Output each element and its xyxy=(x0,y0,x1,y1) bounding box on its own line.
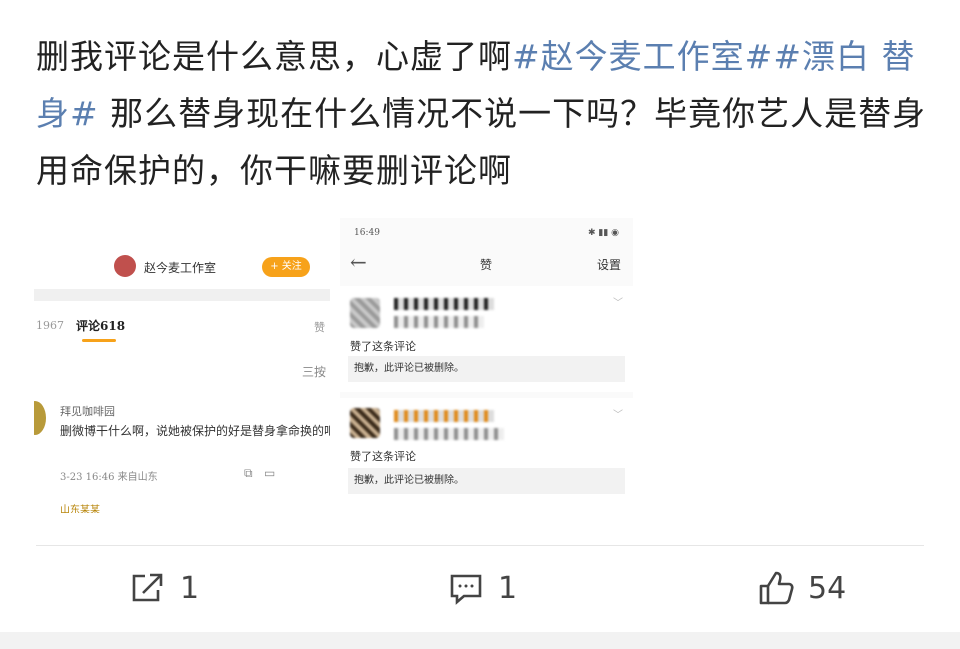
status-icons: ✱ ▮▮ ◉ xyxy=(587,228,619,238)
chevron-down-icon: ﹀ xyxy=(613,410,623,421)
comment-icon: ▭ xyxy=(264,466,276,480)
bottom-divider xyxy=(0,632,960,649)
post-text-part2: 那么替身现在什么情况不说一下吗？毕竟你艺人是替身用命保护的，你干嘛要删评论啊 xyxy=(36,94,927,190)
settings-link: 设置 xyxy=(596,258,621,272)
page-title: 赞 xyxy=(480,258,493,272)
screenshot-image-left[interactable]: 赵今麦工作室 + 关注 1967 评论618 赞 三按 拜见咖啡园 删微博干什么… xyxy=(34,213,330,513)
deleted-notice: 抱歉，此评论已被删除。 xyxy=(348,468,625,494)
comment-actions: ⧉ ▭ xyxy=(244,466,275,481)
studio-name: 赵今麦工作室 xyxy=(144,261,217,275)
share-icon: ⧉ xyxy=(244,466,253,480)
weibo-header: 赵今麦工作室 + 关注 xyxy=(34,231,330,290)
thumbs-up-icon xyxy=(759,571,794,605)
liked-text: 赞了这条评论 xyxy=(350,340,416,353)
tab-forward: 1967 xyxy=(36,319,64,332)
post-text-part1: 删我评论是什么意思，心虚了啊 xyxy=(36,37,512,76)
repost-button[interactable]: 1 xyxy=(128,568,199,608)
comment-text: 删微博干什么啊，说她被保护的好是替身拿命换的吧 xyxy=(60,424,330,438)
comment-tabs: 1967 评论618 赞 xyxy=(34,317,330,347)
avatar xyxy=(350,408,380,438)
divider xyxy=(34,289,330,301)
repost-count: 1 xyxy=(180,570,200,606)
tab-comments: 评论618 xyxy=(76,319,126,333)
comment-username: 拜见咖啡园 xyxy=(60,405,115,418)
status-time: 16:49 xyxy=(354,228,380,238)
comment-icon xyxy=(450,574,482,605)
blurred-meta xyxy=(394,428,504,440)
comment-meta: 3-23 16:46 来自山东 xyxy=(60,472,158,483)
share-icon xyxy=(132,573,163,602)
comment-username: 山东某某 xyxy=(60,505,100,513)
like-count: 54 xyxy=(808,570,847,606)
list-item: ﹀ 赞了这条评论 抱歉，此评论已被删除。 xyxy=(340,286,633,392)
comment-button[interactable]: 1 xyxy=(446,568,517,608)
list-item: ﹀ 赞了这条评论 抱歉，此评论已被删除。 xyxy=(340,398,633,508)
deleted-notice: 抱歉，此评论已被删除。 xyxy=(348,356,625,382)
tab-like: 赞 xyxy=(314,321,325,334)
follow-button: + 关注 xyxy=(262,257,310,277)
hashtag-link[interactable]: #赵今麦工作室# xyxy=(512,37,773,76)
blurred-username xyxy=(394,298,494,310)
tab-underline xyxy=(82,339,116,342)
like-button[interactable]: 54 xyxy=(756,568,846,608)
divider xyxy=(36,545,924,546)
blurred-username xyxy=(394,410,494,422)
blurred-meta xyxy=(394,316,484,328)
screenshot-image-right[interactable]: 16:49 ✱ ▮▮ ◉ ← 赞 设置 ﹀ 赞了这条评论 抱歉，此评论已被删除。… xyxy=(340,218,633,508)
comment-count: 1 xyxy=(498,570,518,606)
liked-text: 赞了这条评论 xyxy=(350,450,416,463)
avatar xyxy=(350,298,380,328)
avatar xyxy=(34,401,46,435)
chevron-down-icon: ﹀ xyxy=(613,298,623,309)
back-arrow-icon: ← xyxy=(350,250,367,274)
sort-label: 三按 xyxy=(302,365,327,379)
post-text: 删我评论是什么意思，心虚了啊#赵今麦工作室##漂白 替身# 那么替身现在什么情况… xyxy=(36,28,936,199)
avatar xyxy=(114,255,136,277)
